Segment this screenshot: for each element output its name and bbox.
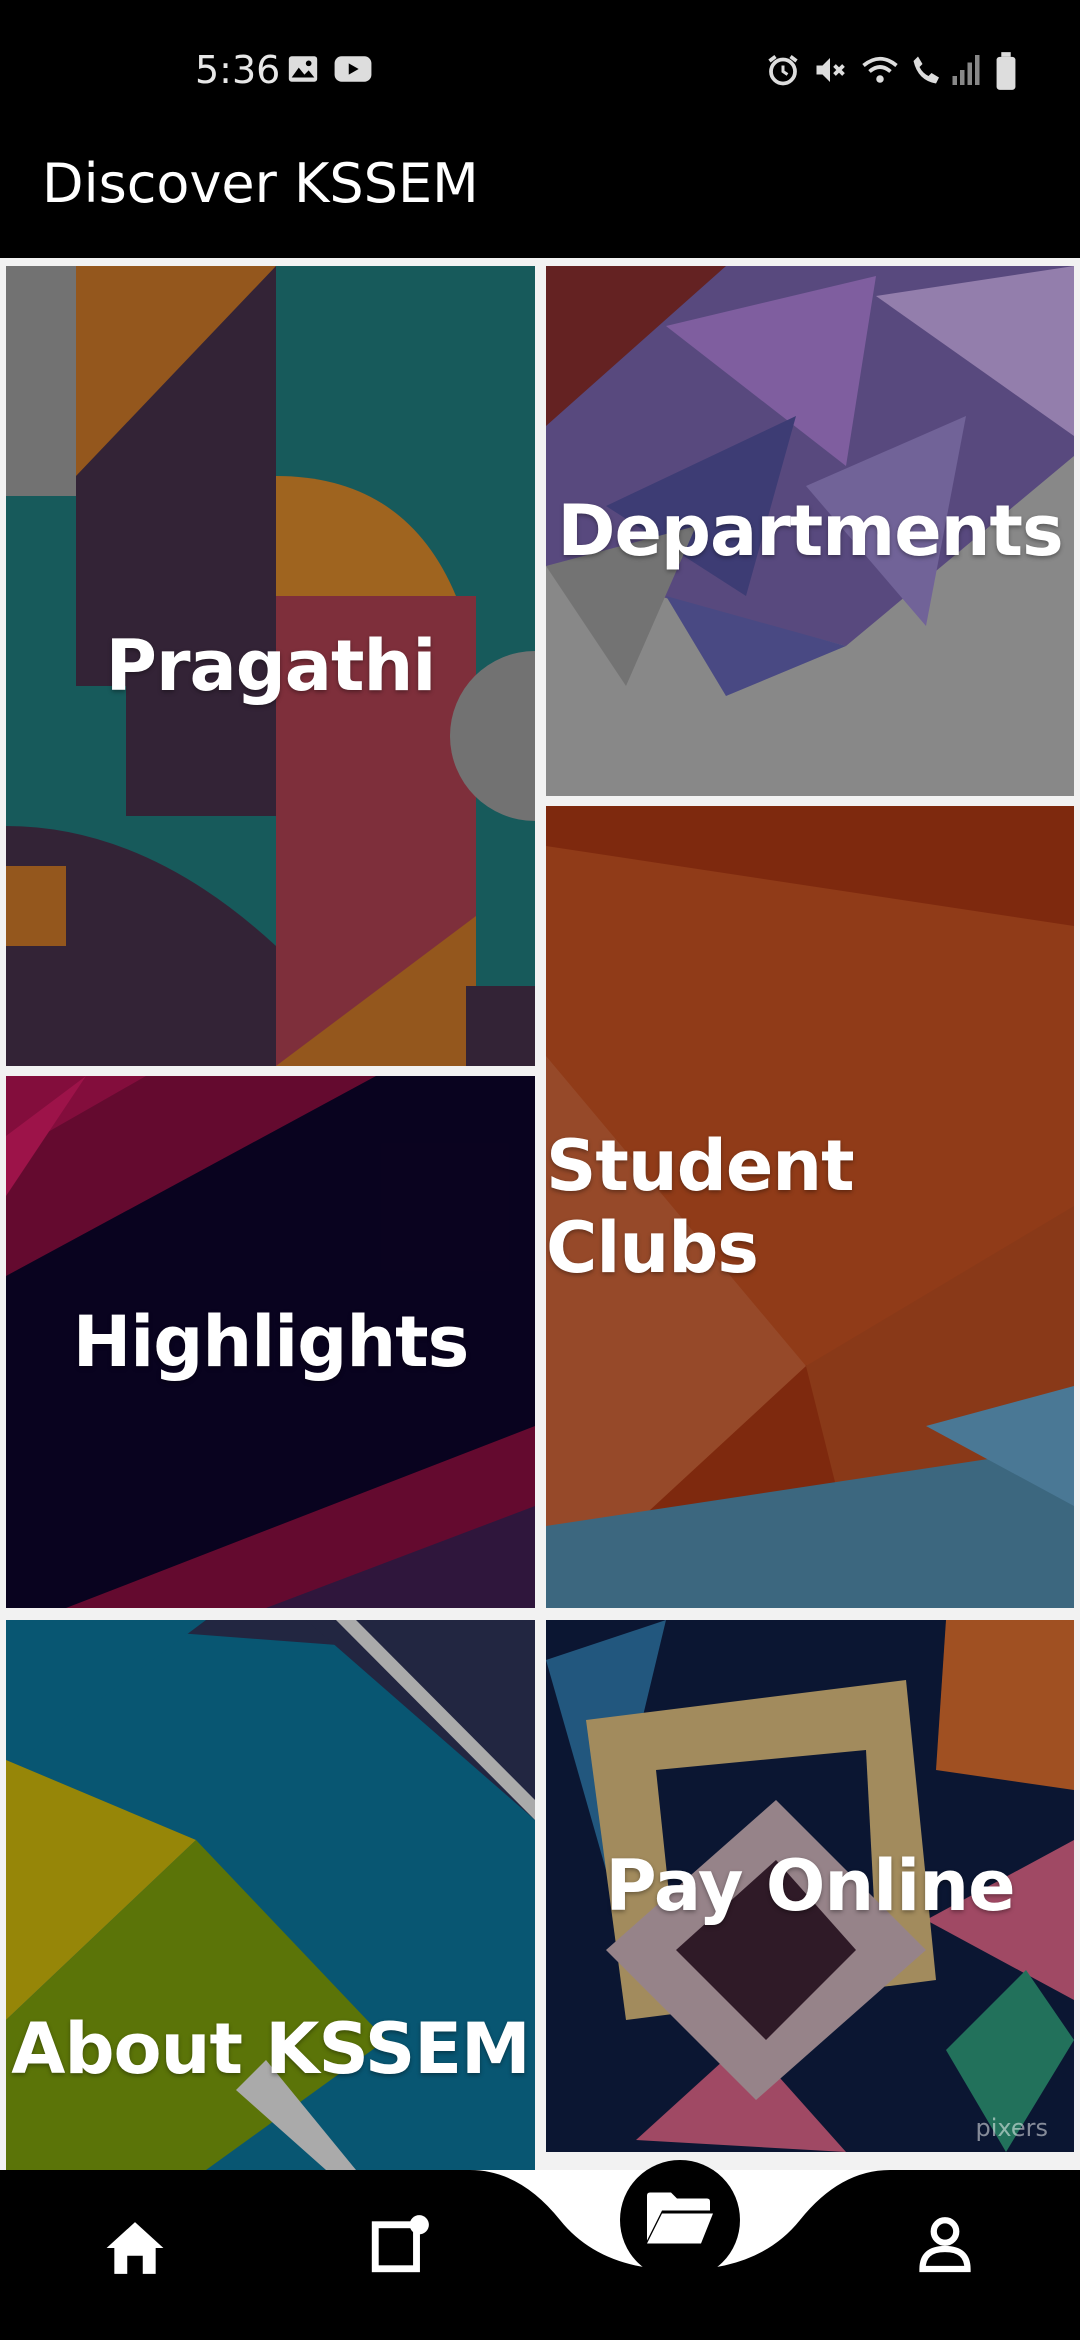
notifications-icon: [367, 2211, 433, 2282]
tile-pay-online[interactable]: Pay Online pixers: [546, 1620, 1074, 2152]
tile-departments[interactable]: Departments: [546, 266, 1074, 796]
nav-notifications[interactable]: [360, 2206, 440, 2286]
wifi-icon: [860, 52, 900, 93]
tile-label: Departments: [557, 490, 1063, 572]
nav-folder[interactable]: [620, 2160, 740, 2280]
nav-home[interactable]: [95, 2210, 175, 2290]
alarm-icon: [765, 52, 801, 93]
status-bar: 5:36: [0, 0, 1080, 150]
image-icon: [286, 52, 320, 91]
profile-icon: [915, 2214, 975, 2279]
tile-label: Pragathi: [105, 625, 437, 707]
nav-profile[interactable]: [905, 2206, 985, 2286]
page-title: Discover KSSEM: [42, 152, 479, 215]
tile-label: Student Clubs: [546, 1125, 855, 1289]
youtube-icon: [333, 52, 373, 91]
tile-label: Pay Online: [605, 1845, 1015, 1927]
tile-highlights[interactable]: Highlights: [6, 1076, 535, 1608]
mute-icon: [812, 52, 848, 93]
tile-student-clubs[interactable]: Student Clubs: [546, 806, 1074, 1608]
battery-icon: [995, 52, 1017, 95]
tile-pragathi[interactable]: Pragathi: [6, 266, 535, 1066]
category-grid: Pragathi Departments Highlights Student …: [0, 258, 1080, 2170]
tile-about-kssem[interactable]: About KSSEM: [6, 1620, 535, 2170]
signal-icon: [950, 52, 982, 93]
folder-icon: [644, 2189, 716, 2252]
tile-label: Highlights: [72, 1301, 470, 1383]
watermark: pixers: [975, 2114, 1048, 2142]
home-icon: [104, 2219, 166, 2282]
tile-label: About KSSEM: [11, 2008, 530, 2090]
bottom-navigation: [0, 2160, 1080, 2340]
status-time: 5:36: [195, 48, 281, 92]
wifi-call-icon: [908, 52, 946, 93]
